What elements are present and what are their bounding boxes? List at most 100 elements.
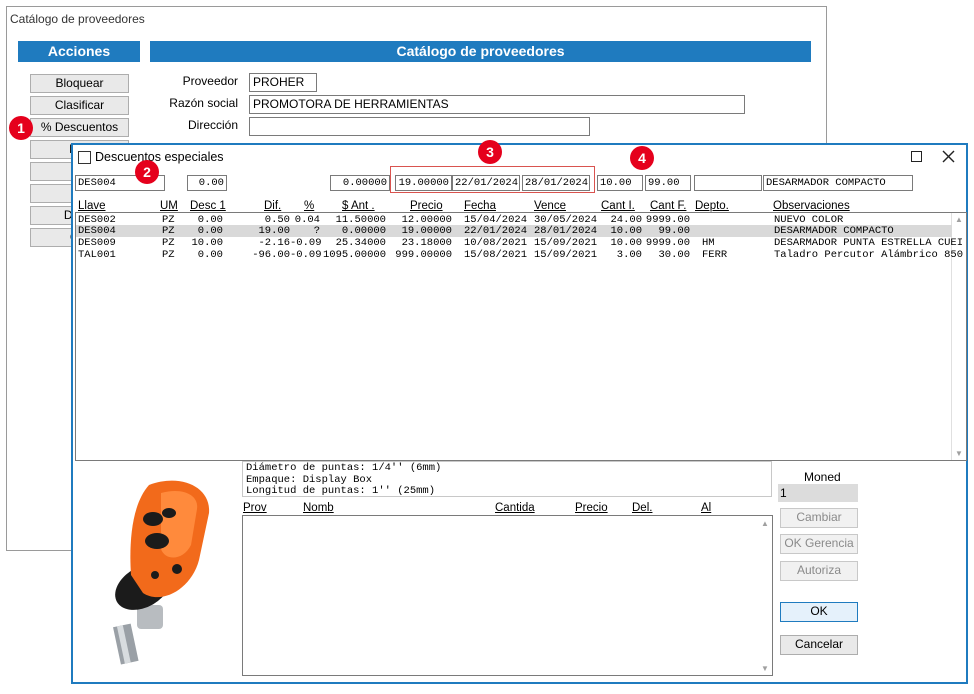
cant-f-input[interactable]: 99.00 <box>645 175 691 191</box>
cell-dif: -2.16 <box>258 237 290 249</box>
ok-gerencia-button[interactable]: OK Gerencia <box>780 534 858 554</box>
moneda-label: Moned <box>804 470 841 484</box>
actions-header: Acciones <box>18 41 140 62</box>
supplier-scrollbar[interactable]: ▲ ▼ <box>758 516 772 675</box>
screwdriver-image <box>113 480 210 665</box>
col-del[interactable]: Del. <box>632 502 652 514</box>
col-cantida[interactable]: Cantida <box>495 502 535 514</box>
col-cant-i[interactable]: Cant I. <box>601 200 635 212</box>
direccion-label: Dirección <box>187 118 238 132</box>
cell-fecha: 15/08/2021 <box>464 249 528 261</box>
cell-cant-f: 9999.00 <box>645 237 690 249</box>
cell-vence: 28/01/2024 <box>534 225 598 237</box>
cell-observaciones: Taladro Percutor Alámbrico 850 <box>774 249 964 261</box>
cell-fecha: 22/01/2024 <box>464 225 528 237</box>
cell-cant-f: 99.00 <box>658 225 690 237</box>
bloquear-button[interactable]: Bloquear <box>30 74 129 93</box>
description-line: Longitud de puntas: 1'' (25mm) <box>246 485 436 497</box>
clasificar-button[interactable]: Clasificar <box>30 96 129 115</box>
cell-depto: FERR <box>702 249 728 261</box>
autoriza-button[interactable]: Autoriza <box>780 561 858 581</box>
col-pct[interactable]: % <box>304 200 314 212</box>
razon-social-label: Razón social <box>169 96 238 110</box>
col-depto[interactable]: Depto. <box>695 200 729 212</box>
step-badge-3: 3 <box>478 140 502 164</box>
cell-fecha: 10/08/2021 <box>464 237 528 249</box>
close-icon[interactable] <box>942 150 955 163</box>
cell-vence: 15/09/2021 <box>534 237 598 249</box>
cell-um: PZ <box>162 249 175 261</box>
col-um[interactable]: UM <box>160 200 178 212</box>
cell-precio: 19.00000 <box>401 225 452 237</box>
ok-button[interactable]: OK <box>780 602 858 622</box>
scroll-down-icon[interactable]: ▼ <box>758 664 772 673</box>
cell-desc1: 10.00 <box>191 237 223 249</box>
product-description: Diámetro de puntas: 1/4'' (6mm) Empaque:… <box>242 461 772 497</box>
step-badge-4: 4 <box>630 146 654 170</box>
step-badge-2: 2 <box>135 160 159 184</box>
cell-llave: DES004 <box>78 225 116 237</box>
ant-input[interactable]: 0.00000 <box>330 175 390 191</box>
cell-precio: 23.18000 <box>401 237 452 249</box>
depto-input[interactable] <box>694 175 762 191</box>
discount-list[interactable]: ▲ ▼ DES002 PZ 0.00 0.50 0.04 11.50000 12… <box>75 212 967 461</box>
cell-dif: 19.00 <box>258 225 290 237</box>
col-ant[interactable]: $ Ant . <box>342 200 375 212</box>
cell-pct: -0.09 <box>290 237 322 249</box>
col-precio-prov[interactable]: Precio <box>575 502 608 514</box>
cell-pct: ? <box>313 225 320 237</box>
maximize-icon[interactable] <box>911 151 922 162</box>
cell-ant: 25.34000 <box>335 237 386 249</box>
cell-observaciones: DESARMADOR PUNTA ESTRELLA CUEI <box>774 237 964 249</box>
cell-desc1: 0.00 <box>197 249 223 261</box>
col-dif[interactable]: Dif. <box>264 200 281 212</box>
cell-pct: -0.09 <box>290 249 322 261</box>
proveedor-field[interactable]: PROHER <box>249 73 317 92</box>
supplier-list[interactable]: ▲ ▼ <box>242 515 773 676</box>
col-observaciones[interactable]: Observaciones <box>773 200 850 212</box>
col-cant-f[interactable]: Cant F. <box>650 200 686 212</box>
cell-cant-f: 30.00 <box>658 249 690 261</box>
col-al[interactable]: Al <box>701 502 711 514</box>
descuentos-especiales-checkbox[interactable] <box>78 151 91 164</box>
cell-llave: DES009 <box>78 237 116 249</box>
cell-vence: 15/09/2021 <box>534 249 598 261</box>
cambiar-button[interactable]: Cambiar <box>780 508 858 528</box>
col-fecha[interactable]: Fecha <box>464 200 496 212</box>
col-prov[interactable]: Prov <box>243 502 267 514</box>
proveedor-label: Proveedor <box>182 74 238 88</box>
col-llave[interactable]: Llave <box>78 200 106 212</box>
cell-ant: 0.00000 <box>341 225 386 237</box>
razon-social-field[interactable]: PROMOTORA DE HERRAMIENTAS <box>249 95 745 114</box>
descuentos-especiales-label: Descuentos especiales <box>95 150 224 164</box>
cell-dif: -96.00 <box>252 249 290 261</box>
cell-um: PZ <box>162 225 175 237</box>
cell-observaciones: DESARMADOR COMPACTO <box>774 225 894 237</box>
catalog-header: Catálogo de proveedores <box>150 41 811 62</box>
description-line: Diámetro de puntas: 1/4'' (6mm) <box>246 462 442 474</box>
cancelar-button[interactable]: Cancelar <box>780 635 858 655</box>
step-badge-1: 1 <box>9 116 33 140</box>
cell-depto: HM <box>702 237 715 249</box>
table-row[interactable]: DES009 PZ 10.00 -2.16 -0.09 25.34000 23.… <box>76 237 963 249</box>
moneda-field[interactable]: 1 <box>778 484 858 502</box>
desc1-input[interactable]: 0.00 <box>187 175 227 191</box>
highlight-box <box>390 166 595 193</box>
col-vence[interactable]: Vence <box>534 200 566 212</box>
cell-ant: 1095.00000 <box>322 249 386 261</box>
scroll-up-icon[interactable]: ▲ <box>758 519 772 528</box>
scroll-up-icon[interactable]: ▲ <box>952 215 966 224</box>
col-precio[interactable]: Precio <box>410 200 443 212</box>
scroll-down-icon[interactable]: ▼ <box>952 449 966 458</box>
descuentos-button[interactable]: % Descuentos <box>30 118 129 137</box>
cell-desc1: 0.00 <box>197 225 223 237</box>
cell-llave: TAL001 <box>78 249 116 261</box>
table-row-selected[interactable]: DES004 PZ 0.00 19.00 ? 0.00000 19.00000 … <box>76 225 952 237</box>
col-desc1[interactable]: Desc 1 <box>190 200 226 212</box>
direccion-field[interactable] <box>249 117 590 136</box>
cant-i-input[interactable]: 10.00 <box>597 175 643 191</box>
table-row[interactable]: TAL001 PZ 0.00 -96.00 -0.09 1095.00000 9… <box>76 249 963 261</box>
col-nomb[interactable]: Nomb <box>303 502 334 514</box>
cell-um: PZ <box>162 237 175 249</box>
observaciones-input[interactable]: DESARMADOR COMPACTO <box>763 175 913 191</box>
